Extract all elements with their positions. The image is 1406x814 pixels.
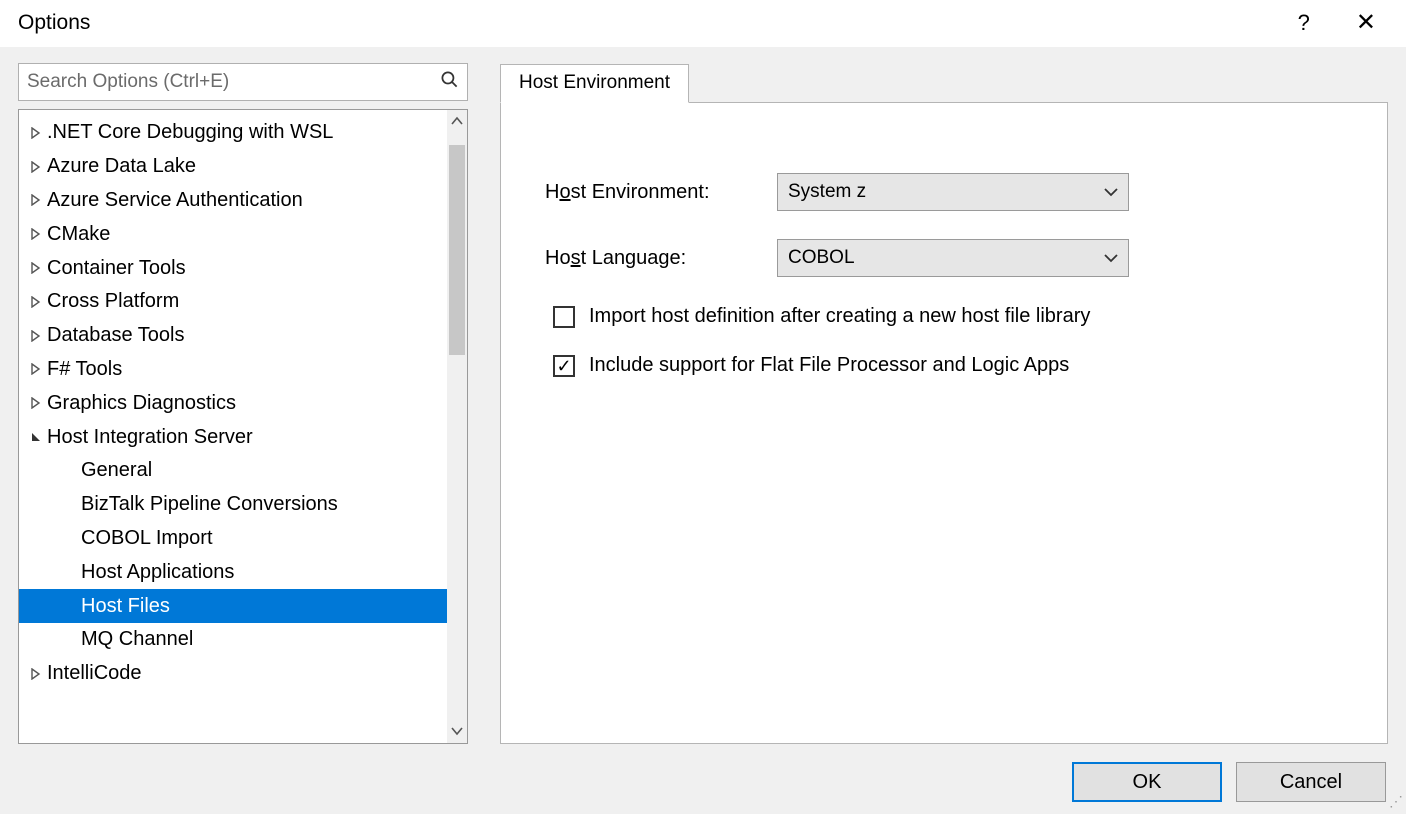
search-input[interactable] [27, 71, 440, 93]
tree-item[interactable]: Host Files [19, 589, 447, 623]
expander-open-icon[interactable] [25, 431, 47, 443]
host-language-label: Host Language: [545, 247, 777, 270]
tree-item-label: Azure Service Authentication [47, 189, 303, 212]
tree-item[interactable]: Graphics Diagnostics [19, 386, 447, 420]
close-icon[interactable]: ✕ [1350, 6, 1382, 39]
chevron-down-icon [1104, 184, 1118, 200]
tree-item-label: IntelliCode [47, 662, 142, 685]
options-tree: .NET Core Debugging with WSL Azure Data L… [18, 109, 468, 744]
import-checkbox-label: Import host definition after creating a … [589, 305, 1090, 328]
tree-item-label: MQ Channel [81, 628, 193, 651]
cancel-button[interactable]: Cancel [1236, 762, 1386, 802]
tree-item[interactable]: COBOL Import [19, 522, 447, 556]
flatfile-checkbox[interactable]: ✓ [553, 355, 575, 377]
tree-item[interactable]: Azure Service Authentication [19, 184, 447, 218]
search-box[interactable] [18, 63, 468, 101]
expander-closed-icon[interactable] [25, 397, 47, 409]
expander-closed-icon[interactable] [25, 363, 47, 375]
dialog-title: Options [18, 11, 90, 35]
tree-item[interactable]: Azure Data Lake [19, 150, 447, 184]
tree-item-label: Host Files [81, 595, 170, 618]
tree-item-label: Azure Data Lake [47, 155, 196, 178]
options-dialog: Options ? ✕ .NET Core Debugging with WSL… [0, 0, 1406, 814]
tree-item-label: .NET Core Debugging with WSL [47, 121, 333, 144]
tree-item[interactable]: Host Integration Server [19, 420, 447, 454]
tree-item[interactable]: Database Tools [19, 319, 447, 353]
search-icon[interactable] [440, 70, 459, 94]
dialog-body: .NET Core Debugging with WSL Azure Data L… [0, 47, 1406, 814]
tree-item-label: BizTalk Pipeline Conversions [81, 493, 338, 516]
expander-closed-icon[interactable] [25, 668, 47, 680]
host-language-combo[interactable]: COBOL [777, 239, 1129, 277]
tree-item[interactable]: IntelliCode [19, 657, 447, 691]
tree-item-label: F# Tools [47, 358, 122, 381]
ok-button[interactable]: OK [1072, 762, 1222, 802]
tree-item-label: Container Tools [47, 257, 186, 280]
chevron-down-icon [1104, 250, 1118, 266]
flatfile-checkbox-label: Include support for Flat File Processor … [589, 354, 1069, 377]
tree-item[interactable]: General [19, 454, 447, 488]
import-checkbox-row[interactable]: Import host definition after creating a … [553, 305, 1347, 328]
tab-host-environment[interactable]: Host Environment [500, 64, 689, 103]
tabstrip: Host Environment [500, 63, 1388, 102]
host-environment-combo[interactable]: System z [777, 173, 1129, 211]
scroll-thumb[interactable] [449, 145, 465, 355]
host-environment-value: System z [788, 181, 866, 203]
expander-closed-icon[interactable] [25, 161, 47, 173]
tree-item-label: Graphics Diagnostics [47, 392, 236, 415]
tree-item-label: Database Tools [47, 324, 185, 347]
tree-scrollbar[interactable] [447, 110, 467, 743]
scroll-down-icon[interactable] [451, 720, 463, 743]
host-language-value: COBOL [788, 247, 855, 269]
import-checkbox[interactable] [553, 306, 575, 328]
dialog-footer: OK Cancel [18, 744, 1388, 802]
tree-item[interactable]: .NET Core Debugging with WSL [19, 116, 447, 150]
tree-item-label: Host Applications [81, 561, 234, 584]
host-environment-label: Host Environment: [545, 181, 777, 204]
tree-item[interactable]: CMake [19, 217, 447, 251]
settings-panel: Host Environment: System z Host Language… [500, 102, 1388, 744]
tree-item-label: General [81, 459, 152, 482]
expander-closed-icon[interactable] [25, 296, 47, 308]
expander-closed-icon[interactable] [25, 228, 47, 240]
expander-closed-icon[interactable] [25, 194, 47, 206]
tree-item-label: Host Integration Server [47, 426, 253, 449]
tree-item-label: CMake [47, 223, 110, 246]
expander-closed-icon[interactable] [25, 262, 47, 274]
resize-grip-icon[interactable]: ⋰ [1389, 793, 1402, 810]
tree-item-label: Cross Platform [47, 290, 179, 313]
tree-item[interactable]: Host Applications [19, 555, 447, 589]
right-column: Host Environment Host Environment: Syste… [500, 63, 1388, 744]
flatfile-checkbox-row[interactable]: ✓ Include support for Flat File Processo… [553, 354, 1347, 377]
scroll-up-icon[interactable] [451, 110, 463, 133]
tree-item[interactable]: MQ Channel [19, 623, 447, 657]
tree-item[interactable]: Container Tools [19, 251, 447, 285]
help-icon[interactable]: ? [1298, 10, 1310, 36]
tree-item-label: COBOL Import [81, 527, 213, 550]
tree-item[interactable]: Cross Platform [19, 285, 447, 319]
expander-closed-icon[interactable] [25, 127, 47, 139]
expander-closed-icon[interactable] [25, 330, 47, 342]
tree-item[interactable]: BizTalk Pipeline Conversions [19, 488, 447, 522]
tree-item[interactable]: F# Tools [19, 353, 447, 387]
titlebar: Options ? ✕ [0, 0, 1406, 47]
left-column: .NET Core Debugging with WSL Azure Data L… [18, 63, 468, 744]
